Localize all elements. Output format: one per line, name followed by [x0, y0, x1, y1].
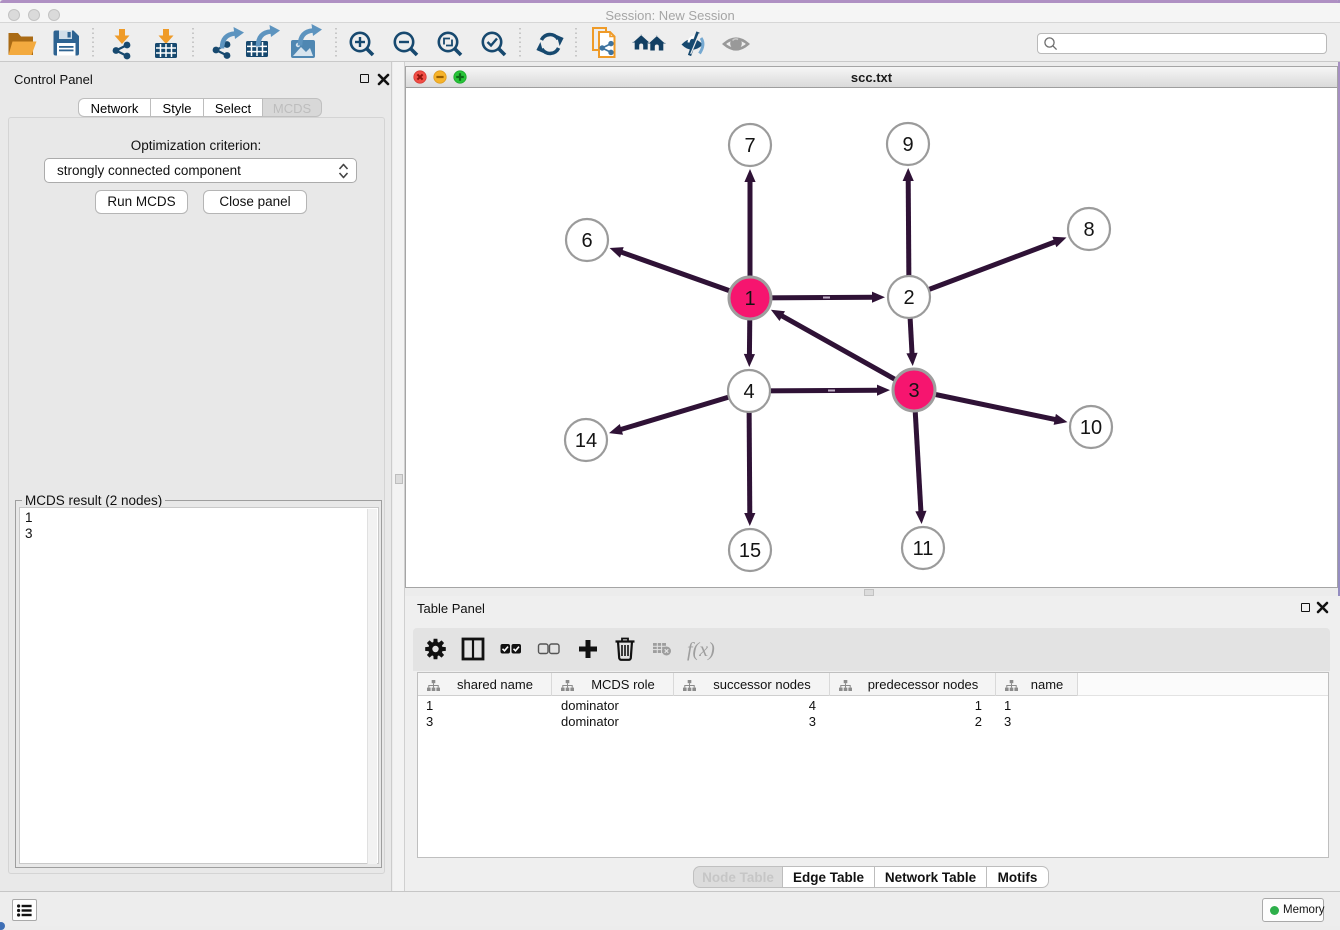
- svg-text:1: 1: [744, 288, 755, 310]
- svg-text:15: 15: [739, 540, 761, 562]
- svg-text:14: 14: [575, 430, 597, 452]
- svg-text:f(x): f(x): [687, 639, 715, 661]
- svg-text:6: 6: [581, 230, 592, 252]
- svg-text:2: 2: [903, 287, 914, 309]
- svg-text:9: 9: [902, 134, 913, 156]
- svg-text:11: 11: [913, 538, 934, 560]
- svg-text:4: 4: [743, 381, 754, 403]
- svg-text:3: 3: [908, 380, 919, 402]
- svg-text:10: 10: [1080, 417, 1102, 439]
- svg-text:7: 7: [744, 135, 755, 157]
- svg-text:8: 8: [1083, 219, 1094, 241]
